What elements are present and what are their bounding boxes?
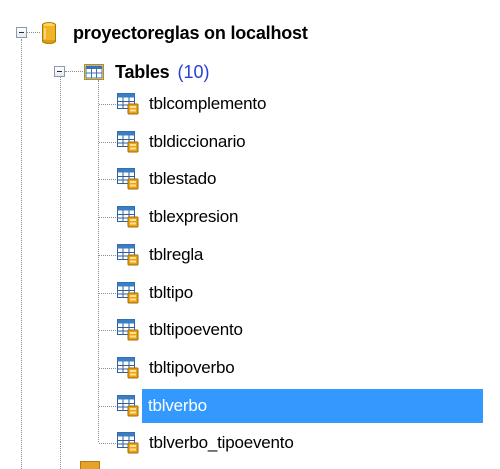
table-icon [117, 357, 139, 379]
table-name: tblestado [149, 169, 217, 188]
tree-connector [99, 368, 116, 369]
tree-connector [99, 104, 116, 105]
tree-connector [99, 217, 116, 218]
tree-connector [27, 32, 40, 33]
table-icon [117, 395, 139, 417]
table-node[interactable]: tblregla [117, 238, 207, 272]
table-name: tblcomplemento [149, 94, 267, 113]
table-node[interactable]: tbltipo [117, 276, 197, 310]
table-icon [117, 131, 139, 153]
table-name: tblverbo [142, 389, 483, 423]
table-name: tbltipoevento [149, 320, 243, 339]
table-name: tblverbo_tipoevento [149, 433, 294, 452]
tables-group-label: Tables [115, 62, 170, 82]
table-name: tbldiccionario [149, 132, 246, 151]
tree-connector [99, 179, 116, 180]
database-collapse-toggle[interactable] [16, 27, 27, 38]
table-node[interactable]: tbldiccionario [117, 125, 249, 159]
table-node[interactable]: tblestado [117, 162, 220, 196]
table-node[interactable]: tblexpresion [117, 200, 242, 234]
table-icon [117, 168, 139, 190]
tree-connector [98, 80, 99, 442]
tree-connector [60, 77, 61, 442]
database-icon [42, 22, 56, 44]
database-node[interactable]: proyectoreglas on localhost [42, 21, 311, 45]
table-node[interactable]: tblverbo [117, 389, 483, 423]
table-icon [117, 244, 139, 266]
table-node[interactable]: tblverbo_tipoevento [117, 426, 298, 460]
table-name: tblexpresion [149, 207, 239, 226]
table-node[interactable]: tbltipoevento [117, 313, 247, 347]
tree-connector [99, 330, 116, 331]
tables-count: (10) [177, 61, 210, 82]
folder-icon [80, 461, 100, 469]
table-name: tbltipoverbo [149, 358, 235, 377]
tree-connector [99, 443, 116, 444]
table-icon [117, 432, 139, 454]
tree-connector [99, 293, 116, 294]
table-name: tbltipo [149, 283, 193, 302]
tree-connector [99, 142, 116, 143]
tree-connector [60, 442, 61, 469]
tree-connector [99, 406, 116, 407]
table-node[interactable]: tbltipoverbo [117, 351, 239, 385]
tables-group-node[interactable]: Tables (10) [84, 61, 210, 83]
table-icon [117, 282, 139, 304]
table-node[interactable]: tblcomplemento [117, 87, 270, 121]
table-name: tblregla [149, 245, 204, 264]
database-name: proyectoreglas on localhost [73, 23, 308, 43]
tables-collapse-toggle[interactable] [54, 66, 65, 77]
tables-folder-icon [84, 64, 104, 80]
table-icon [117, 319, 139, 341]
table-icon [117, 206, 139, 228]
table-icon [117, 93, 139, 115]
object-browser-tree: proyectoreglas on localhost Tables (10) … [0, 0, 500, 469]
tree-connector [65, 71, 83, 72]
tree-connector [21, 39, 22, 469]
tree-connector [99, 255, 116, 256]
